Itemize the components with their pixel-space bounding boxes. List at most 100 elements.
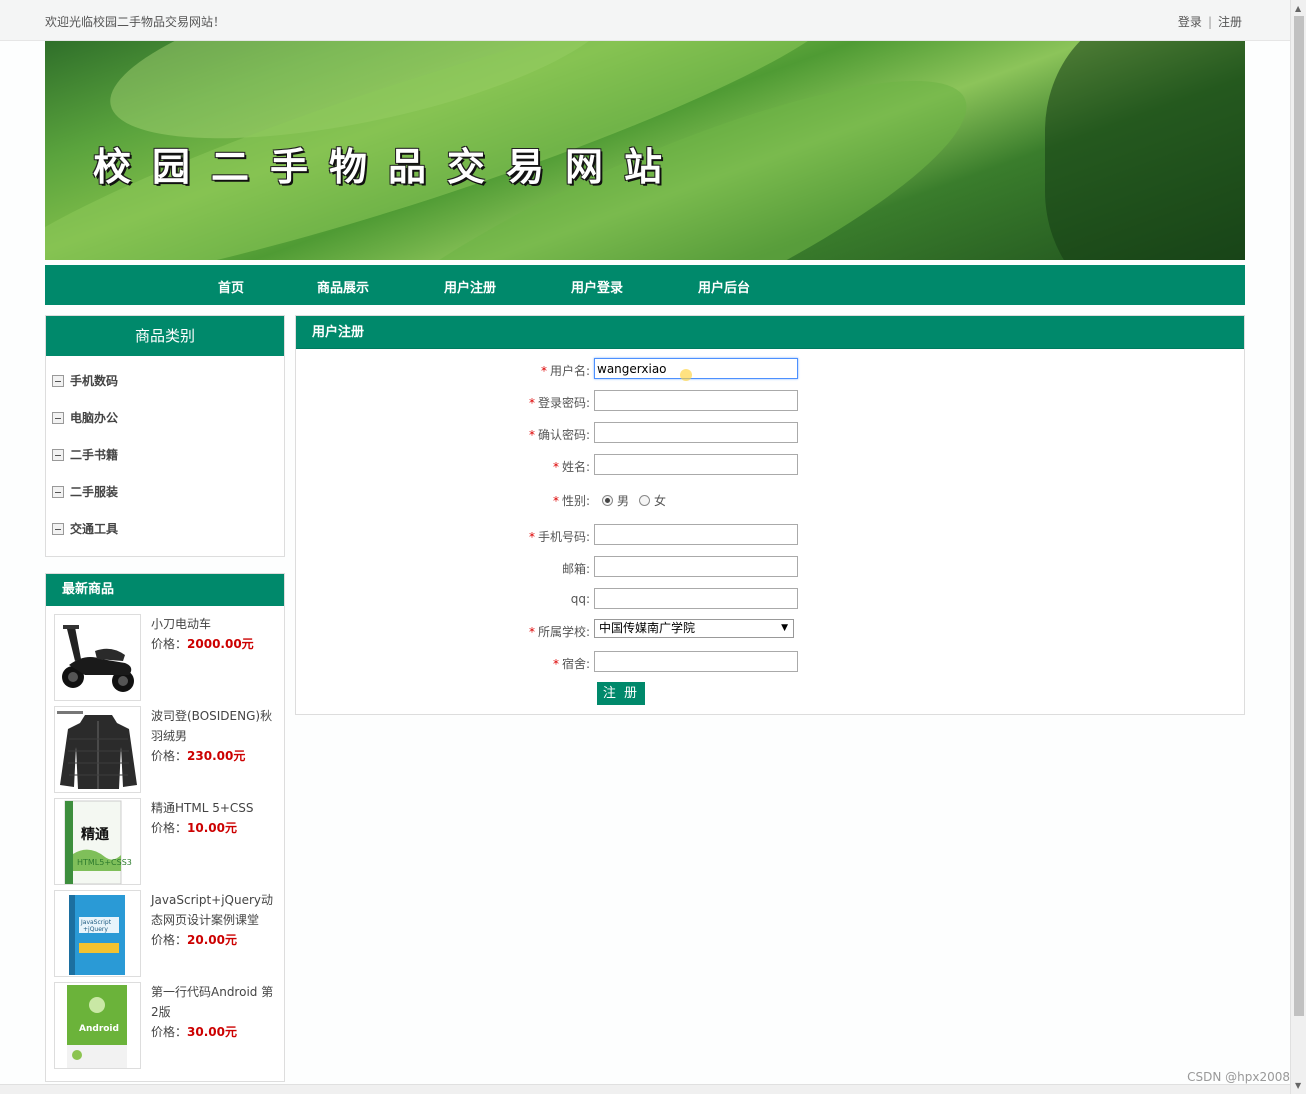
- product-price: 价格：30.00元: [151, 1022, 276, 1042]
- nav-products[interactable]: 商品展示: [317, 277, 369, 296]
- product-name[interactable]: 第一行代码Android 第2版: [151, 982, 276, 1022]
- product-name[interactable]: 精通HTML 5+CSS: [151, 798, 276, 818]
- nav-login[interactable]: 用户登录: [571, 277, 623, 296]
- price-value: 2000.00元: [187, 637, 254, 651]
- name-input[interactable]: [594, 454, 798, 475]
- vertical-scrollbar[interactable]: ▲ ▼: [1290, 0, 1306, 1094]
- category-label: 电脑办公: [70, 411, 119, 425]
- svg-text:+jQuery: +jQuery: [83, 926, 108, 933]
- cursor-highlight-icon: [680, 369, 692, 381]
- name-label: * 姓名:: [553, 458, 590, 475]
- username-input[interactable]: [594, 358, 798, 379]
- product-info: 精通HTML 5+CSS 价格：10.00元: [151, 798, 276, 838]
- category-label: 二手服装: [70, 485, 119, 499]
- dorm-input[interactable]: [594, 651, 798, 672]
- category-item[interactable]: 电脑办公: [52, 409, 118, 426]
- latest-title: 最新商品: [46, 574, 284, 606]
- scrollbar-thumb[interactable]: [1294, 16, 1304, 1016]
- gender-label: * 性别:: [553, 492, 590, 509]
- username-label: * 用户名:: [541, 362, 590, 379]
- android-book-image[interactable]: Android: [54, 982, 141, 1069]
- product-name[interactable]: JavaScript+jQuery动态网页设计案例课堂: [151, 890, 276, 930]
- banner-leaf-shape: [1045, 41, 1245, 260]
- html-css-book-image[interactable]: 精通 HTML5+CSS3: [54, 798, 141, 885]
- gender-male-label: 男: [617, 494, 630, 508]
- product-price: 价格：230.00元: [151, 746, 276, 766]
- label-text: 确认密码:: [537, 428, 590, 442]
- product-name[interactable]: 小刀电动车: [151, 614, 276, 634]
- nav-home[interactable]: 首页: [218, 277, 244, 296]
- category-title: 商品类别: [46, 316, 284, 356]
- site-title: 校园二手物品交易网站: [93, 144, 684, 189]
- gender-male-radio[interactable]: 男: [602, 492, 629, 509]
- email-row: 邮箱:: [296, 556, 1244, 580]
- confirm-password-input[interactable]: [594, 422, 798, 443]
- register-link[interactable]: 注册: [1218, 15, 1242, 29]
- email-input[interactable]: [594, 556, 798, 577]
- school-select[interactable]: 中国传媒南广学院 ▼: [594, 619, 794, 638]
- category-label: 交通工具: [70, 522, 119, 536]
- radio-checked-icon: [602, 495, 613, 506]
- scroll-down-icon[interactable]: ▼: [1295, 1081, 1301, 1090]
- label-text: 登录密码:: [537, 396, 590, 410]
- phone-label: * 手机号码:: [529, 528, 590, 545]
- gender-female-radio[interactable]: 女: [639, 492, 666, 509]
- site-banner: 校园二手物品交易网站: [45, 41, 1245, 260]
- scooter-image[interactable]: [54, 614, 141, 701]
- jacket-image[interactable]: [54, 706, 141, 793]
- latest-products-panel: 最新商品 小刀电动车 价格： 2000.00元 波司登(BOSIDENG)秋羽绒男…: [45, 573, 285, 1082]
- password-input[interactable]: [594, 390, 798, 411]
- label-text: 性别:: [561, 494, 590, 508]
- category-label: 二手书籍: [70, 448, 119, 462]
- price-value: 230.00元: [187, 749, 246, 763]
- top-bar: 欢迎光临校园二手物品交易网站！ 登录 | 注册: [0, 0, 1290, 41]
- link-separator: |: [1207, 15, 1212, 29]
- collapse-icon: [52, 486, 64, 498]
- qq-input[interactable]: [594, 588, 798, 609]
- product-info: 波司登(BOSIDENG)秋羽绒男 价格：230.00元: [151, 706, 276, 766]
- category-item[interactable]: 交通工具: [52, 520, 118, 537]
- phone-row: * 手机号码:: [296, 524, 1244, 548]
- register-submit-button[interactable]: 注 册: [597, 682, 645, 705]
- svg-text:Android: Android: [79, 1024, 119, 1034]
- price-label: 价格：: [151, 1025, 188, 1039]
- phone-input[interactable]: [594, 524, 798, 545]
- dropdown-arrow-icon: ▼: [781, 623, 788, 633]
- collapse-icon: [52, 375, 64, 387]
- horizontal-scrollbar[interactable]: [0, 1084, 1290, 1094]
- price-value: 20.00元: [187, 933, 237, 947]
- email-label: 邮箱:: [561, 562, 590, 576]
- javascript-book-image[interactable]: JavaScript +jQuery: [54, 890, 141, 977]
- top-links: 登录 | 注册: [1178, 13, 1242, 30]
- product-info: 第一行代码Android 第2版 价格：30.00元: [151, 982, 276, 1042]
- product-name[interactable]: 波司登(BOSIDENG)秋羽绒男: [151, 706, 276, 746]
- label-text: 所属学校:: [537, 625, 590, 639]
- category-item[interactable]: 手机数码: [52, 372, 118, 389]
- product-price: 价格：10.00元: [151, 818, 276, 838]
- category-item[interactable]: 二手书籍: [52, 446, 118, 463]
- login-link[interactable]: 登录: [1178, 15, 1202, 29]
- collapse-icon: [52, 449, 64, 461]
- price-value: 30.00元: [187, 1025, 237, 1039]
- radio-unchecked-icon: [639, 495, 650, 506]
- required-mark: *: [552, 460, 559, 474]
- collapse-icon: [52, 412, 64, 424]
- nav-register[interactable]: 用户注册: [444, 277, 496, 296]
- category-label: 手机数码: [70, 374, 119, 388]
- price-label: 价格：: [151, 821, 188, 835]
- password-row: * 登录密码:: [296, 390, 1244, 414]
- main-nav: 首页 商品展示 用户注册 用户登录 用户后台: [45, 265, 1245, 305]
- price-value: 10.00元: [187, 821, 237, 835]
- password-label: * 登录密码:: [529, 394, 590, 411]
- username-row: * 用户名:: [296, 358, 1244, 382]
- qq-row: qq:: [296, 588, 1244, 612]
- nav-user-admin[interactable]: 用户后台: [698, 277, 750, 296]
- school-selected: 中国传媒南广学院: [599, 621, 696, 635]
- scroll-up-icon[interactable]: ▲: [1295, 4, 1301, 13]
- watermark: CSDN @hpx2008: [1187, 1070, 1290, 1084]
- price-label: 价格：: [151, 749, 188, 763]
- gender-female-label: 女: [654, 494, 667, 508]
- category-panel: 商品类别 手机数码 电脑办公 二手书籍 二手服装 交通工具: [45, 315, 285, 557]
- category-item[interactable]: 二手服装: [52, 483, 118, 500]
- collapse-icon: [52, 523, 64, 535]
